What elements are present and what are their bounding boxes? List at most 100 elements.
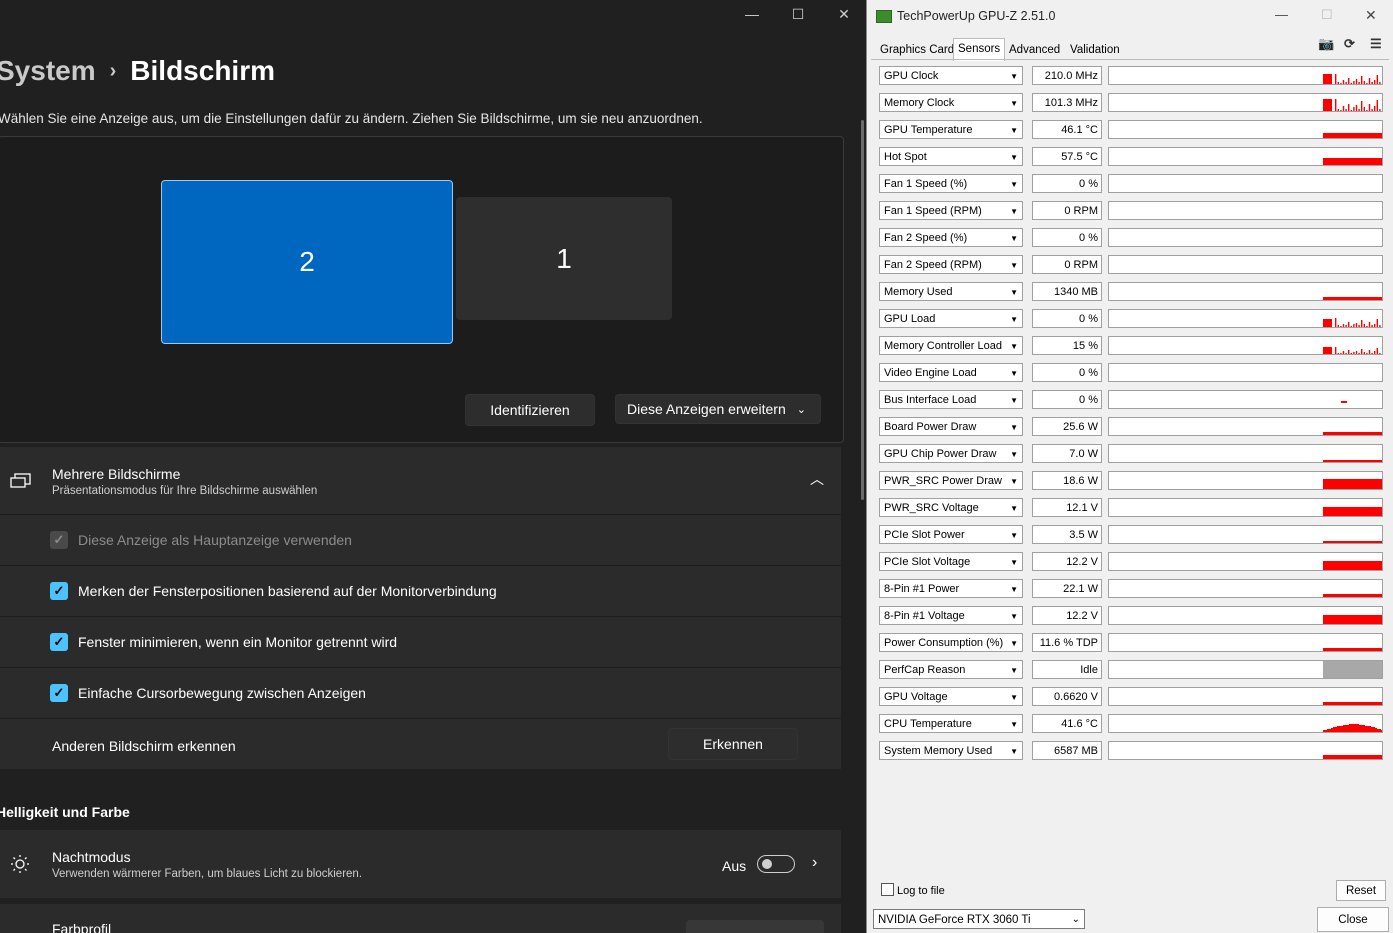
sensor-value: 11.6 % TDP [1032,633,1102,652]
minimize-button[interactable]: — [740,4,764,24]
sensor-name: GPU Clock [884,70,939,82]
sensor-name-dropdown[interactable]: Fan 2 Speed (RPM) ▼ [879,255,1023,274]
sensor-name-dropdown[interactable]: 8-Pin #1 Power ▼ [879,579,1023,598]
sensor-name-dropdown[interactable]: PCIe Slot Power ▼ [879,525,1023,544]
graph-bar [1345,109,1347,111]
tab-sensors[interactable]: Sensors [953,38,1006,61]
sensor-name-dropdown[interactable]: Fan 1 Speed (RPM) ▼ [879,201,1023,220]
chevron-down-icon: ⌄ [1071,914,1080,925]
main-display-checkbox[interactable]: ✓ [50,531,68,549]
night-mode-row[interactable]: Nachtmodus Verwenden wärmerer Farben, um… [0,830,841,898]
identify-button[interactable]: Identifizieren [465,394,595,426]
log-to-file-checkbox[interactable]: Log to file [881,883,945,897]
graph-bar [1374,351,1376,354]
graph-bar [1323,507,1382,516]
sensor-graph [1108,633,1383,652]
scrollbar[interactable] [861,120,864,500]
sensor-name-dropdown[interactable]: Memory Controller Load ▼ [879,336,1023,355]
graph-bar [1358,82,1360,84]
gpuz-maximize-button[interactable]: ☐ [1321,7,1333,23]
tab-advanced[interactable]: Advanced [1005,41,1064,59]
sensor-name-dropdown[interactable]: GPU Clock ▼ [879,66,1023,85]
sensor-graph [1108,741,1383,760]
sensor-name-dropdown[interactable]: Memory Used ▼ [879,282,1023,301]
sensor-name-dropdown[interactable]: GPU Temperature ▼ [879,120,1023,139]
menu-icon[interactable]: ☰ [1370,36,1382,52]
chevron-up-icon[interactable]: ︿ [810,469,824,489]
sensor-name-dropdown[interactable]: Power Consumption (%) ▼ [879,633,1023,652]
graph-bar [1337,353,1339,354]
display-1-tile[interactable]: 1 [456,197,672,320]
reset-button[interactable]: Reset [1336,880,1386,901]
graph-bar [1341,726,1343,732]
sensor-name-dropdown[interactable]: CPU Temperature ▼ [879,714,1023,733]
camera-icon[interactable]: 📷 [1318,36,1334,52]
color-profile-dropdown[interactable] [686,920,824,933]
sensor-name: Fan 2 Speed (RPM) [884,259,982,271]
sensor-name: Memory Controller Load [884,340,1002,352]
multiple-displays-subtitle: Präsentationsmodus für Ihre Bildschirme … [52,485,318,497]
remember-positions-checkbox[interactable]: ✓ [50,582,68,600]
option-row-remember-positions: ✓ Merken der Fensterpositionen basierend… [0,566,841,616]
dropdown-arrow-icon: ▼ [1010,639,1018,648]
tab-validation[interactable]: Validation [1066,41,1124,59]
sensor-graph [1108,552,1383,571]
extend-displays-dropdown[interactable]: Diese Anzeigen erweitern ⌄ [615,394,821,424]
sensor-graph [1108,255,1383,274]
dropdown-arrow-icon: ▼ [1010,585,1018,594]
sensor-name-dropdown[interactable]: GPU Load ▼ [879,309,1023,328]
graph-bar [1368,322,1371,327]
gpuz-close-button[interactable]: ✕ [1365,7,1377,24]
detect-button[interactable]: Erkennen [668,728,798,760]
dropdown-arrow-icon: ▼ [1010,720,1018,729]
graph-bar [1355,323,1358,327]
night-mode-toggle[interactable] [757,855,795,873]
tab-graphics-card[interactable]: Graphics Card [876,41,958,59]
sensor-name-dropdown[interactable]: GPU Chip Power Draw ▼ [879,444,1023,463]
dropdown-arrow-icon: ▼ [1010,612,1018,621]
multiple-displays-header[interactable]: Mehrere Bildschirme Präsentationsmodus f… [0,447,841,514]
graph-bar [1345,325,1347,327]
minimize-windows-checkbox[interactable]: ✓ [50,633,68,651]
sensor-graph [1108,228,1383,247]
gpuz-minimize-button[interactable]: — [1275,7,1288,22]
sensor-name-dropdown[interactable]: PCIe Slot Voltage ▼ [879,552,1023,571]
sensor-graph [1108,282,1383,301]
breadcrumb-system[interactable]: System [0,55,96,86]
sensor-name-dropdown[interactable]: Hot Spot ▼ [879,147,1023,166]
sensor-name: PWR_SRC Power Draw [884,475,1002,487]
graph-bar [1366,353,1368,354]
sensor-name-dropdown[interactable]: Memory Clock ▼ [879,93,1023,112]
sensor-name-dropdown[interactable]: PWR_SRC Voltage ▼ [879,498,1023,517]
refresh-icon[interactable]: ⟳ [1344,36,1355,52]
sensor-name-dropdown[interactable]: Video Engine Load ▼ [879,363,1023,382]
graph-bar [1323,730,1325,732]
sensor-name-dropdown[interactable]: PWR_SRC Power Draw ▼ [879,471,1023,490]
sensor-value: 0 % [1032,309,1102,328]
sensor-name-dropdown[interactable]: Bus Interface Load ▼ [879,390,1023,409]
dropdown-arrow-icon: ▼ [1010,342,1018,351]
graph-bar [1337,325,1339,327]
maximize-button[interactable]: ☐ [786,4,810,24]
sensor-graph [1108,309,1383,328]
sensor-name-dropdown[interactable]: 8-Pin #1 Voltage ▼ [879,606,1023,625]
sensor-name-dropdown[interactable]: Board Power Draw ▼ [879,417,1023,436]
gpu-select-dropdown[interactable]: NVIDIA GeForce RTX 3060 Ti ⌄ [873,909,1085,929]
graph-bar [1345,353,1347,354]
display-2-tile[interactable]: 2 [161,180,453,344]
sensor-name: Bus Interface Load [884,394,977,406]
color-profile-row[interactable]: Farbprofil [0,904,841,933]
sensor-name: Fan 1 Speed (%) [884,178,968,190]
close-button[interactable]: ✕ [832,4,856,24]
sensor-name-dropdown[interactable]: GPU Voltage ▼ [879,687,1023,706]
graph-bar [1371,727,1373,732]
sensor-name-dropdown[interactable]: Fan 2 Speed (%) ▼ [879,228,1023,247]
sensor-name-dropdown[interactable]: System Memory Used ▼ [879,741,1023,760]
graph-bar [1340,353,1342,354]
graph-bar [1323,74,1332,84]
close-app-button[interactable]: Close [1317,907,1389,932]
gpuz-window: TechPowerUp GPU-Z 2.51.0 — ☐ ✕ Graphics … [866,0,1393,933]
sensor-name-dropdown[interactable]: Fan 1 Speed (%) ▼ [879,174,1023,193]
sensor-name-dropdown[interactable]: PerfCap Reason ▼ [879,660,1023,679]
cursor-movement-checkbox[interactable]: ✓ [50,684,68,702]
